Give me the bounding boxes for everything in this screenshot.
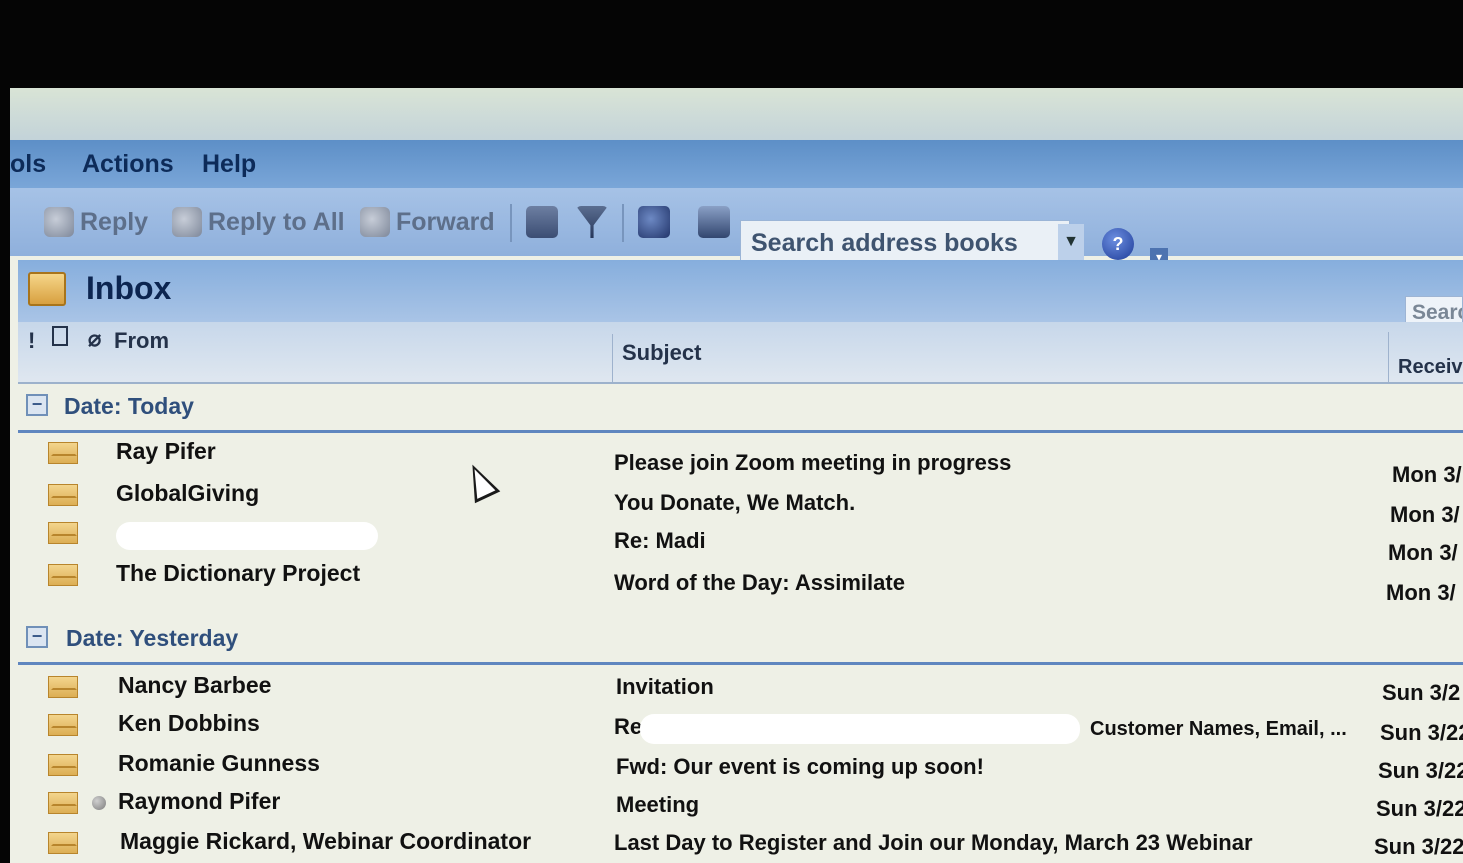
message-from: The Dictionary Project: [116, 560, 361, 586]
flag-icon[interactable]: [576, 206, 608, 238]
message-subject: Fwd: Our event is coming up soon!: [616, 754, 984, 779]
item-type-column-icon[interactable]: [52, 326, 68, 346]
reply-button[interactable]: Reply: [44, 204, 148, 240]
window-top-strip: [10, 88, 1463, 140]
forward-icon: [360, 207, 390, 237]
message-from: Ken Dobbins: [118, 710, 260, 736]
address-book-icon[interactable]: [698, 206, 730, 238]
menu-actions[interactable]: Actions: [82, 150, 174, 179]
group-header-today[interactable]: − Date: Today: [18, 388, 1463, 433]
importance-column-icon[interactable]: !: [28, 328, 35, 354]
outlook-window: ols Actions Help Reply Reply to All Forw…: [10, 88, 1463, 863]
subject-column-header[interactable]: Subject: [622, 340, 701, 366]
help-icon[interactable]: ?: [1102, 228, 1134, 260]
column-header-row: ! ⌀ From Subject Receiv: [18, 322, 1463, 384]
envelope-icon: [48, 522, 78, 544]
envelope-icon: [48, 832, 78, 854]
message-subject: You Donate, We Match.: [614, 490, 856, 515]
message-subject: Last Day to Register and Join our Monday…: [614, 830, 1253, 855]
toolbar-separator: [622, 204, 624, 242]
received-column-header[interactable]: Receiv: [1398, 356, 1463, 379]
list-item[interactable]: Nancy Barbee Invitation Sun 3/2: [18, 670, 1463, 708]
reply-label: Reply: [80, 207, 149, 236]
message-from: Maggie Rickard, Webinar Coordinator: [120, 828, 532, 854]
list-item[interactable]: Maggie Rickard, Webinar Coordinator Last…: [18, 826, 1463, 863]
send-receive-icon[interactable]: [638, 206, 670, 238]
toolbar: Reply Reply to All Forward: [10, 188, 1463, 256]
list-item[interactable]: Romanie Gunness Fwd: Our event is coming…: [18, 748, 1463, 786]
column-divider[interactable]: [612, 334, 613, 382]
envelope-icon: [48, 676, 78, 698]
message-from: GlobalGiving: [116, 480, 260, 506]
message-subject: Please join Zoom meeting in progress: [614, 450, 1012, 475]
message-received: Sun 3/22: [1374, 834, 1463, 859]
list-item[interactable]: Ray Pifer Please join Zoom meeting in pr…: [18, 436, 1463, 487]
message-subject: Re: Madi: [614, 528, 706, 553]
group-label: Date: Today: [64, 393, 194, 419]
reply-all-icon: [172, 207, 202, 237]
inbox-header: Inbox Searc: [18, 260, 1463, 332]
message-subject-tail: Customer Names, Email, ...: [1090, 718, 1347, 740]
list-item[interactable]: GlobalGiving You Donate, We Match. Mon 3…: [18, 478, 1463, 527]
list-item[interactable]: The Dictionary Project Word of the Day: …: [18, 558, 1463, 605]
chevron-down-icon[interactable]: ▼: [1058, 224, 1084, 260]
list-item[interactable]: Ken Dobbins Re Customer Names, Email, ..…: [18, 708, 1463, 746]
message-from: Romanie Gunness: [118, 750, 320, 776]
redacted-sender: [116, 522, 378, 550]
message-received: Sun 3/22: [1380, 720, 1463, 745]
reply-icon: [44, 207, 74, 237]
toolbar-separator: [510, 204, 512, 242]
group-label: Date: Yesterday: [66, 625, 239, 651]
message-received: Sun 3/2: [1382, 680, 1461, 705]
message-subject: Re: [614, 714, 643, 739]
forward-label: Forward: [396, 207, 495, 236]
message-subject: Meeting: [616, 792, 700, 817]
list-item[interactable]: Raymond Pifer Meeting Sun 3/22: [18, 786, 1463, 824]
envelope-icon: [48, 564, 78, 586]
reply-all-label: Reply to All: [208, 207, 345, 236]
envelope-icon: [48, 442, 78, 464]
search-address-books-input[interactable]: Search address books: [740, 220, 1070, 264]
forward-button[interactable]: Forward: [360, 204, 495, 240]
message-subject: Word of the Day: Assimilate: [614, 570, 905, 595]
inbox-folder-icon: [28, 272, 66, 306]
list-item[interactable]: Re: Madi Mon 3/: [18, 516, 1463, 565]
collapse-icon[interactable]: −: [26, 626, 48, 648]
menu-help[interactable]: Help: [202, 150, 256, 179]
message-received: Sun 3/22: [1376, 796, 1463, 821]
message-subject: Invitation: [616, 674, 714, 699]
message-from: Raymond Pifer: [118, 788, 281, 814]
menu-tools[interactable]: ols: [10, 150, 46, 179]
envelope-icon: [48, 484, 78, 506]
envelope-icon: [48, 792, 78, 814]
message-received: Mon 3/: [1386, 580, 1456, 605]
message-received: Sun 3/22: [1378, 758, 1463, 783]
group-header-yesterday[interactable]: − Date: Yesterday: [18, 620, 1463, 665]
message-from: Ray Pifer: [116, 438, 216, 464]
attachment-column-icon[interactable]: ⌀: [88, 326, 101, 352]
page-title: Inbox: [86, 270, 172, 306]
envelope-icon: [48, 714, 78, 736]
menu-bar: ols Actions Help: [10, 140, 1463, 188]
redacted-subject: [640, 714, 1080, 744]
categorize-icon[interactable]: [526, 206, 558, 238]
reminder-icon: [92, 796, 106, 810]
reply-all-button[interactable]: Reply to All: [172, 204, 345, 240]
column-divider[interactable]: [1388, 332, 1389, 382]
message-from: Nancy Barbee: [118, 672, 272, 698]
from-column-header[interactable]: From: [114, 328, 169, 354]
envelope-icon: [48, 754, 78, 776]
collapse-icon[interactable]: −: [26, 394, 48, 416]
